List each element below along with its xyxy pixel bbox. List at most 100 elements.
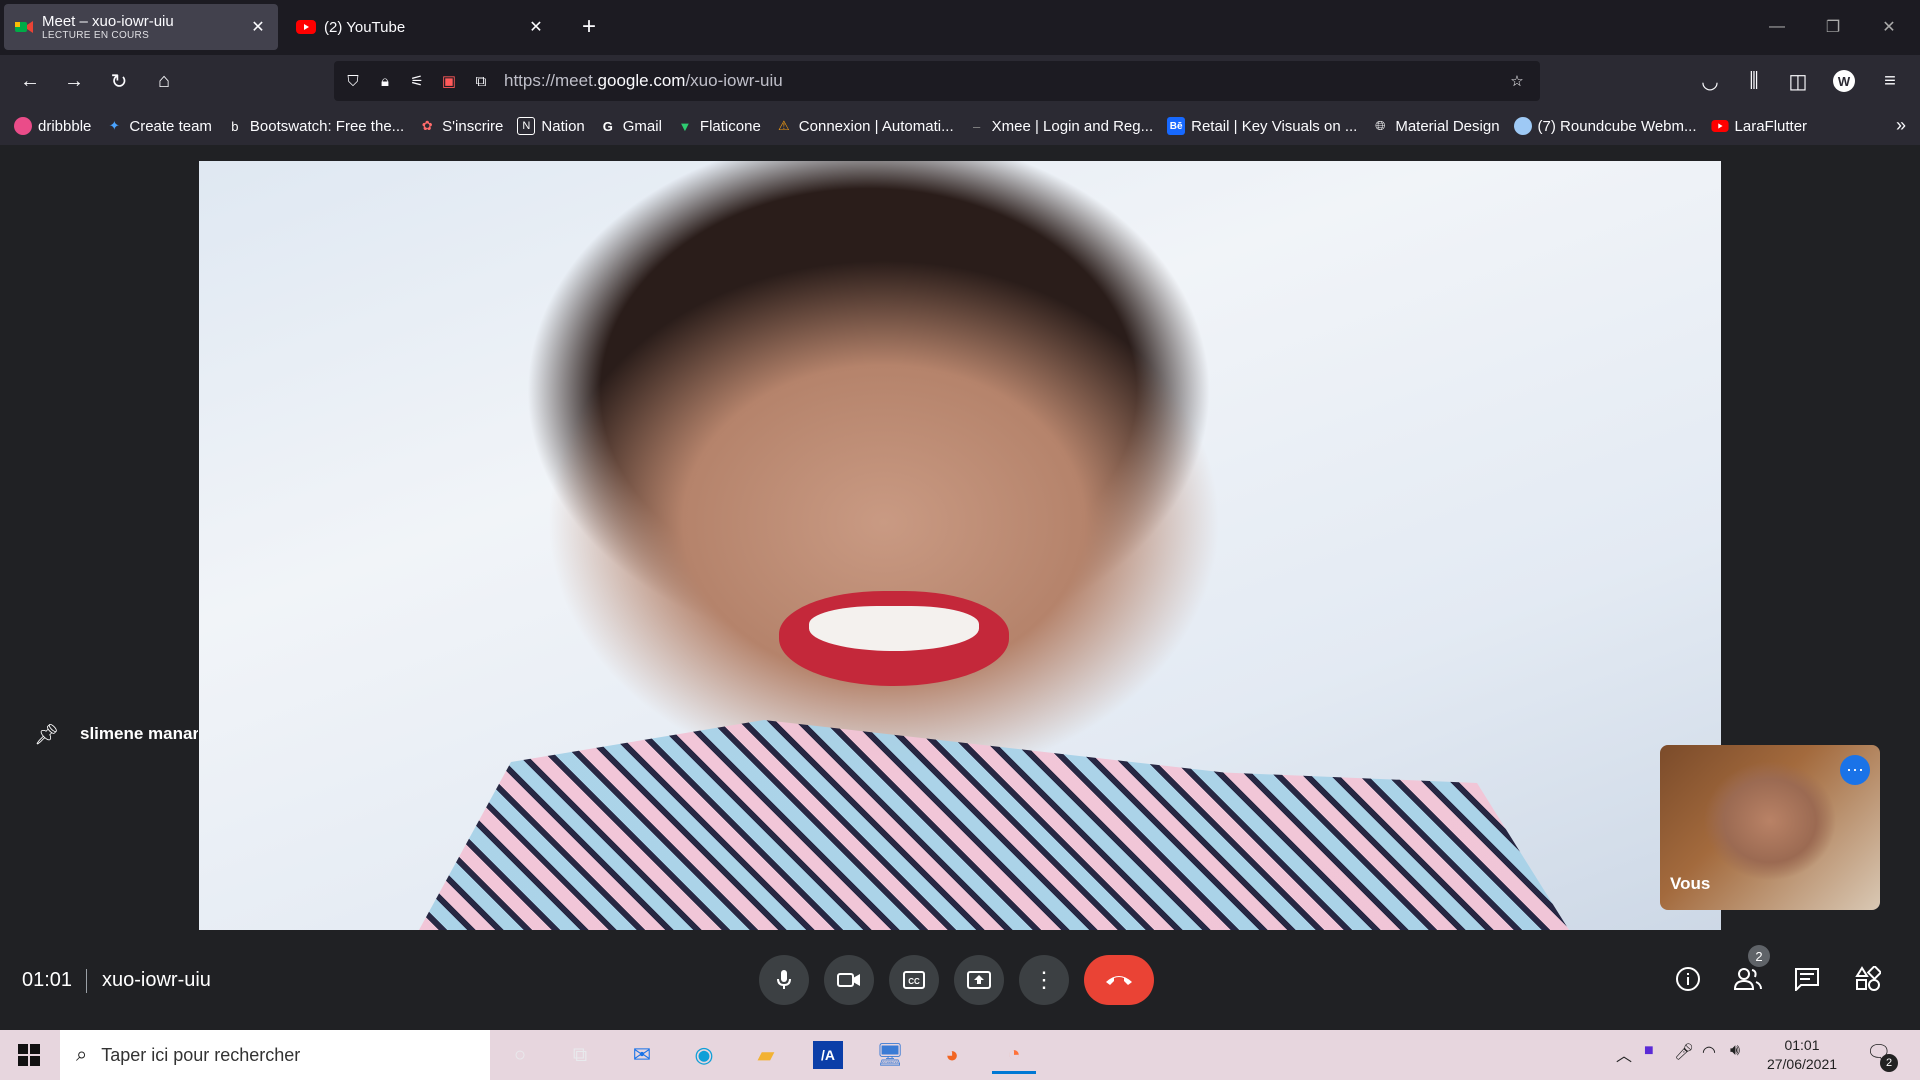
tab-youtube[interactable]: (2) YouTube ✕ — [286, 4, 556, 50]
activities-icon — [1855, 966, 1881, 991]
chat-button[interactable] — [1789, 961, 1825, 997]
roundcube-icon — [1513, 117, 1532, 135]
tab-meet[interactable]: Meet – xuo-iowr-uiu LECTURE EN COURS ✕ — [4, 4, 278, 50]
mail-icon[interactable]: ✉ — [620, 1036, 664, 1074]
reload-button[interactable]: ↻ — [103, 65, 135, 97]
camera-button[interactable] — [824, 955, 874, 1005]
edge-icon[interactable]: ◉ — [682, 1036, 726, 1074]
hangup-button[interactable] — [1084, 955, 1154, 1005]
bookmark-item[interactable]: 🌐︎ Material Design — [1371, 117, 1499, 135]
more-options-icon[interactable]: ⋯ — [1840, 755, 1870, 785]
present-screen-icon — [967, 971, 991, 989]
tab-subtitle: LECTURE EN COURS — [42, 30, 150, 41]
bookmark-item[interactable]: Bē Retail | Key Visuals on ... — [1167, 117, 1357, 135]
activities-button[interactable] — [1850, 961, 1886, 997]
file-explorer-icon[interactable]: ▰ — [744, 1036, 788, 1074]
bookmark-star-icon[interactable]: ☆ — [1504, 68, 1530, 94]
search-placeholder: Taper ici pour rechercher — [101, 1044, 301, 1065]
start-button[interactable] — [0, 1030, 58, 1080]
captions-button[interactable]: CC — [889, 955, 939, 1005]
clock[interactable]: 01:01 27/06/2021 — [1760, 1036, 1844, 1074]
bookmark-item[interactable]: N Nation — [517, 117, 585, 135]
google-icon: G — [602, 118, 613, 134]
bookmark-item[interactable]: b Bootswatch: Free the... — [226, 117, 404, 135]
flaticon-icon: ▼ — [678, 118, 692, 134]
bookmark-item[interactable]: LaraFlutter — [1710, 117, 1807, 135]
windows-icon — [18, 1044, 40, 1066]
chevron-double-right-icon[interactable]: » — [1896, 115, 1906, 136]
hangup-icon — [1106, 976, 1132, 985]
divider — [86, 969, 87, 993]
microphone-button[interactable] — [759, 955, 809, 1005]
url-prefix: https://meet. — [504, 71, 598, 90]
triangle-icon: ⚠︎ — [777, 118, 790, 133]
bookmark-label: dribbble — [38, 117, 92, 135]
pocket-icon[interactable]: ◡ — [1694, 65, 1726, 97]
gear-icon: ✿ — [421, 118, 433, 133]
bookmarks-bar: dribbble ✦ Create team b Bootswatch: Free … — [0, 107, 1920, 145]
main-video-feed[interactable] — [199, 161, 1721, 930]
back-button[interactable]: ← — [14, 65, 46, 97]
bookmark-label: Nation — [541, 117, 585, 135]
bookmark-item[interactable]: ▼ Flaticone — [676, 117, 760, 135]
library-icon[interactable]: ⫼ — [1738, 65, 1770, 97]
account-icon[interactable]: W — [1828, 65, 1860, 97]
app-icon[interactable]: /A — [806, 1036, 850, 1074]
new-tab-button[interactable]: + — [576, 13, 602, 40]
self-video-tile[interactable]: ⋯ Vous — [1660, 745, 1880, 910]
bookmark-label: Bootswatch: Free the... — [249, 117, 405, 135]
bookmark-item[interactable]: ✦ Create team — [105, 117, 212, 135]
home-button[interactable]: ⌂ — [148, 65, 180, 97]
lock-icon[interactable]: 🔒︎ — [372, 68, 398, 94]
clock-date: 27/06/2021 — [1766, 1056, 1838, 1072]
youtube-icon — [1710, 117, 1729, 135]
present-screen-button[interactable] — [954, 955, 1004, 1005]
taskbar-search[interactable]: ⌕ Taper ici pour rechercher — [60, 1030, 490, 1080]
url-text[interactable]: https://meet.google.com/xuo-iowr-uiu — [504, 71, 1498, 91]
bootswatch-icon: b — [231, 118, 239, 134]
sidebar-icon[interactable]: ◫ — [1782, 65, 1814, 97]
call-time: 01:01 — [22, 969, 73, 991]
bookmark-label: (7) Roundcube Webm... — [1537, 117, 1697, 135]
restore-icon[interactable]: ❐ — [1818, 12, 1848, 42]
forward-button[interactable]: → — [58, 65, 90, 97]
tab-title: (2) YouTube — [324, 18, 406, 36]
firefox-icon[interactable]: ◔ — [992, 1036, 1036, 1074]
bookmark-item[interactable]: – Xmee | Login and Reg... — [968, 117, 1153, 135]
search-icon: ⌕ — [76, 1043, 88, 1066]
bookmark-item[interactable]: ✿ S'inscrire — [418, 117, 504, 135]
wifi-icon[interactable]: ◠ — [1702, 1042, 1716, 1062]
bookmark-item[interactable]: dribbble — [14, 117, 91, 135]
bookmark-label: Connexion | Automati... — [798, 117, 954, 135]
video-pattern — [419, 720, 1569, 930]
cortana-icon[interactable]: ○ — [498, 1036, 542, 1074]
bookmark-item[interactable]: G Gmail — [599, 117, 662, 135]
close-icon[interactable]: ✕ — [248, 17, 268, 37]
volume-icon[interactable]: 🔊︎ — [1730, 1042, 1740, 1060]
camera-tray-icon[interactable]: ■ — [1644, 1042, 1654, 1060]
self-label: Vous — [1670, 874, 1711, 893]
bookmark-item[interactable]: ⚠︎ Connexion | Automati... — [775, 117, 954, 135]
chevron-up-icon[interactable]: ︿ — [1616, 1042, 1632, 1066]
close-icon[interactable]: ✕ — [526, 17, 546, 37]
microphone-tray-icon[interactable]: 🎤︎ — [1674, 1042, 1694, 1062]
pin-icon[interactable]: 📌︎ — [34, 722, 59, 748]
notifications-badge: 2 — [1880, 1054, 1898, 1072]
bookmark-item[interactable]: (7) Roundcube Webm... — [1513, 117, 1697, 135]
menu-icon[interactable]: ≡ — [1874, 65, 1906, 97]
info-button[interactable] — [1670, 961, 1706, 997]
permissions-icon[interactable]: ⚟ — [404, 68, 430, 94]
screen-sharing-icon[interactable]: ⧉ — [468, 68, 494, 94]
camera-sharing-icon[interactable]: ▣ — [436, 68, 462, 94]
camera-icon — [837, 973, 860, 987]
dribbble-icon — [14, 117, 32, 135]
notion-icon: N — [517, 117, 536, 135]
computer-icon[interactable]: 🖥︎ — [868, 1036, 912, 1074]
task-view-icon[interactable]: ⧉ — [558, 1036, 602, 1074]
compass-app-icon[interactable]: ◕ — [930, 1036, 974, 1074]
shield-icon[interactable]: ⛉ — [340, 68, 366, 94]
more-options-button[interactable]: ⋮ — [1019, 955, 1069, 1005]
close-window-icon[interactable]: ✕ — [1874, 12, 1904, 42]
url-bar[interactable]: ⛉ 🔒︎ ⚟ ▣ ⧉ https://meet.google.com/xuo-i… — [334, 61, 1540, 101]
minimize-icon[interactable]: — — [1762, 12, 1792, 42]
